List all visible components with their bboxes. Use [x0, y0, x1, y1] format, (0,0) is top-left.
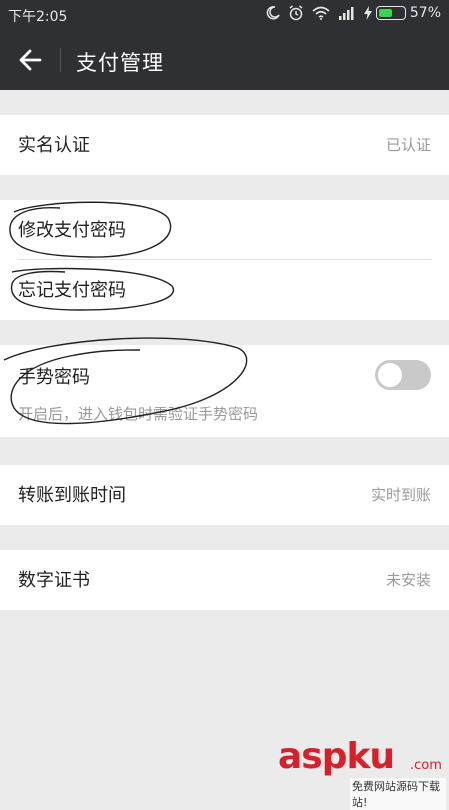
alarm-icon: [289, 5, 303, 21]
app-header: 支付管理: [0, 30, 449, 90]
battery-icon: [375, 6, 406, 20]
watermark-brand: aspku: [278, 736, 395, 777]
row-real-name-label: 实名认证: [18, 135, 90, 156]
row-transfer-time-value: 实时到账: [370, 486, 431, 504]
row-transfer-time[interactable]: 转账到账时间 实时到账: [0, 465, 449, 525]
row-transfer-time-label: 转账到账时间: [18, 485, 126, 506]
watermark: aspku .com 免费网站源码下载站!: [278, 736, 446, 810]
real-name-card: 实名认证 已认证: [0, 115, 449, 175]
row-certificate[interactable]: 数字证书 未安装: [0, 550, 449, 610]
row-certificate-value: 未安装: [385, 571, 431, 589]
gesture-card: 手势密码 开启后，进入钱包时需验证手势密码: [0, 345, 449, 437]
transfer-time-card: 转账到账时间 实时到账: [0, 465, 449, 525]
battery-fill: [378, 9, 392, 17]
row-change-password[interactable]: 修改支付密码: [0, 200, 449, 260]
charging-icon: [363, 6, 372, 20]
status-time: 下午2:05: [8, 9, 68, 25]
moon-icon: [266, 6, 280, 20]
row-real-name-value: 已认证: [385, 136, 431, 154]
signal-icon: [338, 7, 354, 20]
arrow-left-icon: [19, 49, 42, 71]
watermark-dotcom: .com: [410, 758, 442, 773]
gesture-toggle[interactable]: [375, 360, 431, 390]
row-forgot-password-label: 忘记支付密码: [18, 280, 126, 301]
battery: 57%: [363, 5, 441, 21]
toggle-knob: [378, 363, 402, 387]
header-divider: [60, 48, 61, 72]
row-real-name[interactable]: 实名认证 已认证: [0, 115, 449, 175]
row-certificate-label: 数字证书: [18, 570, 90, 591]
back-button[interactable]: [14, 46, 46, 74]
password-card: 修改支付密码 忘记支付密码: [0, 200, 449, 320]
status-icons: 57%: [266, 5, 441, 21]
page-title: 支付管理: [76, 51, 164, 75]
gesture-hint: 开启后，进入钱包时需验证手势密码: [18, 405, 259, 423]
row-gesture-label: 手势密码: [18, 367, 90, 388]
wifi-icon: [312, 6, 330, 20]
row-change-password-label: 修改支付密码: [18, 220, 126, 241]
certificate-card: 数字证书 未安装: [0, 550, 449, 610]
battery-percent: 57%: [409, 5, 441, 21]
status-bar: 下午2:05 57%: [0, 0, 449, 30]
row-forgot-password[interactable]: 忘记支付密码: [0, 260, 449, 320]
watermark-subtitle: 免费网站源码下载站!: [350, 778, 446, 810]
